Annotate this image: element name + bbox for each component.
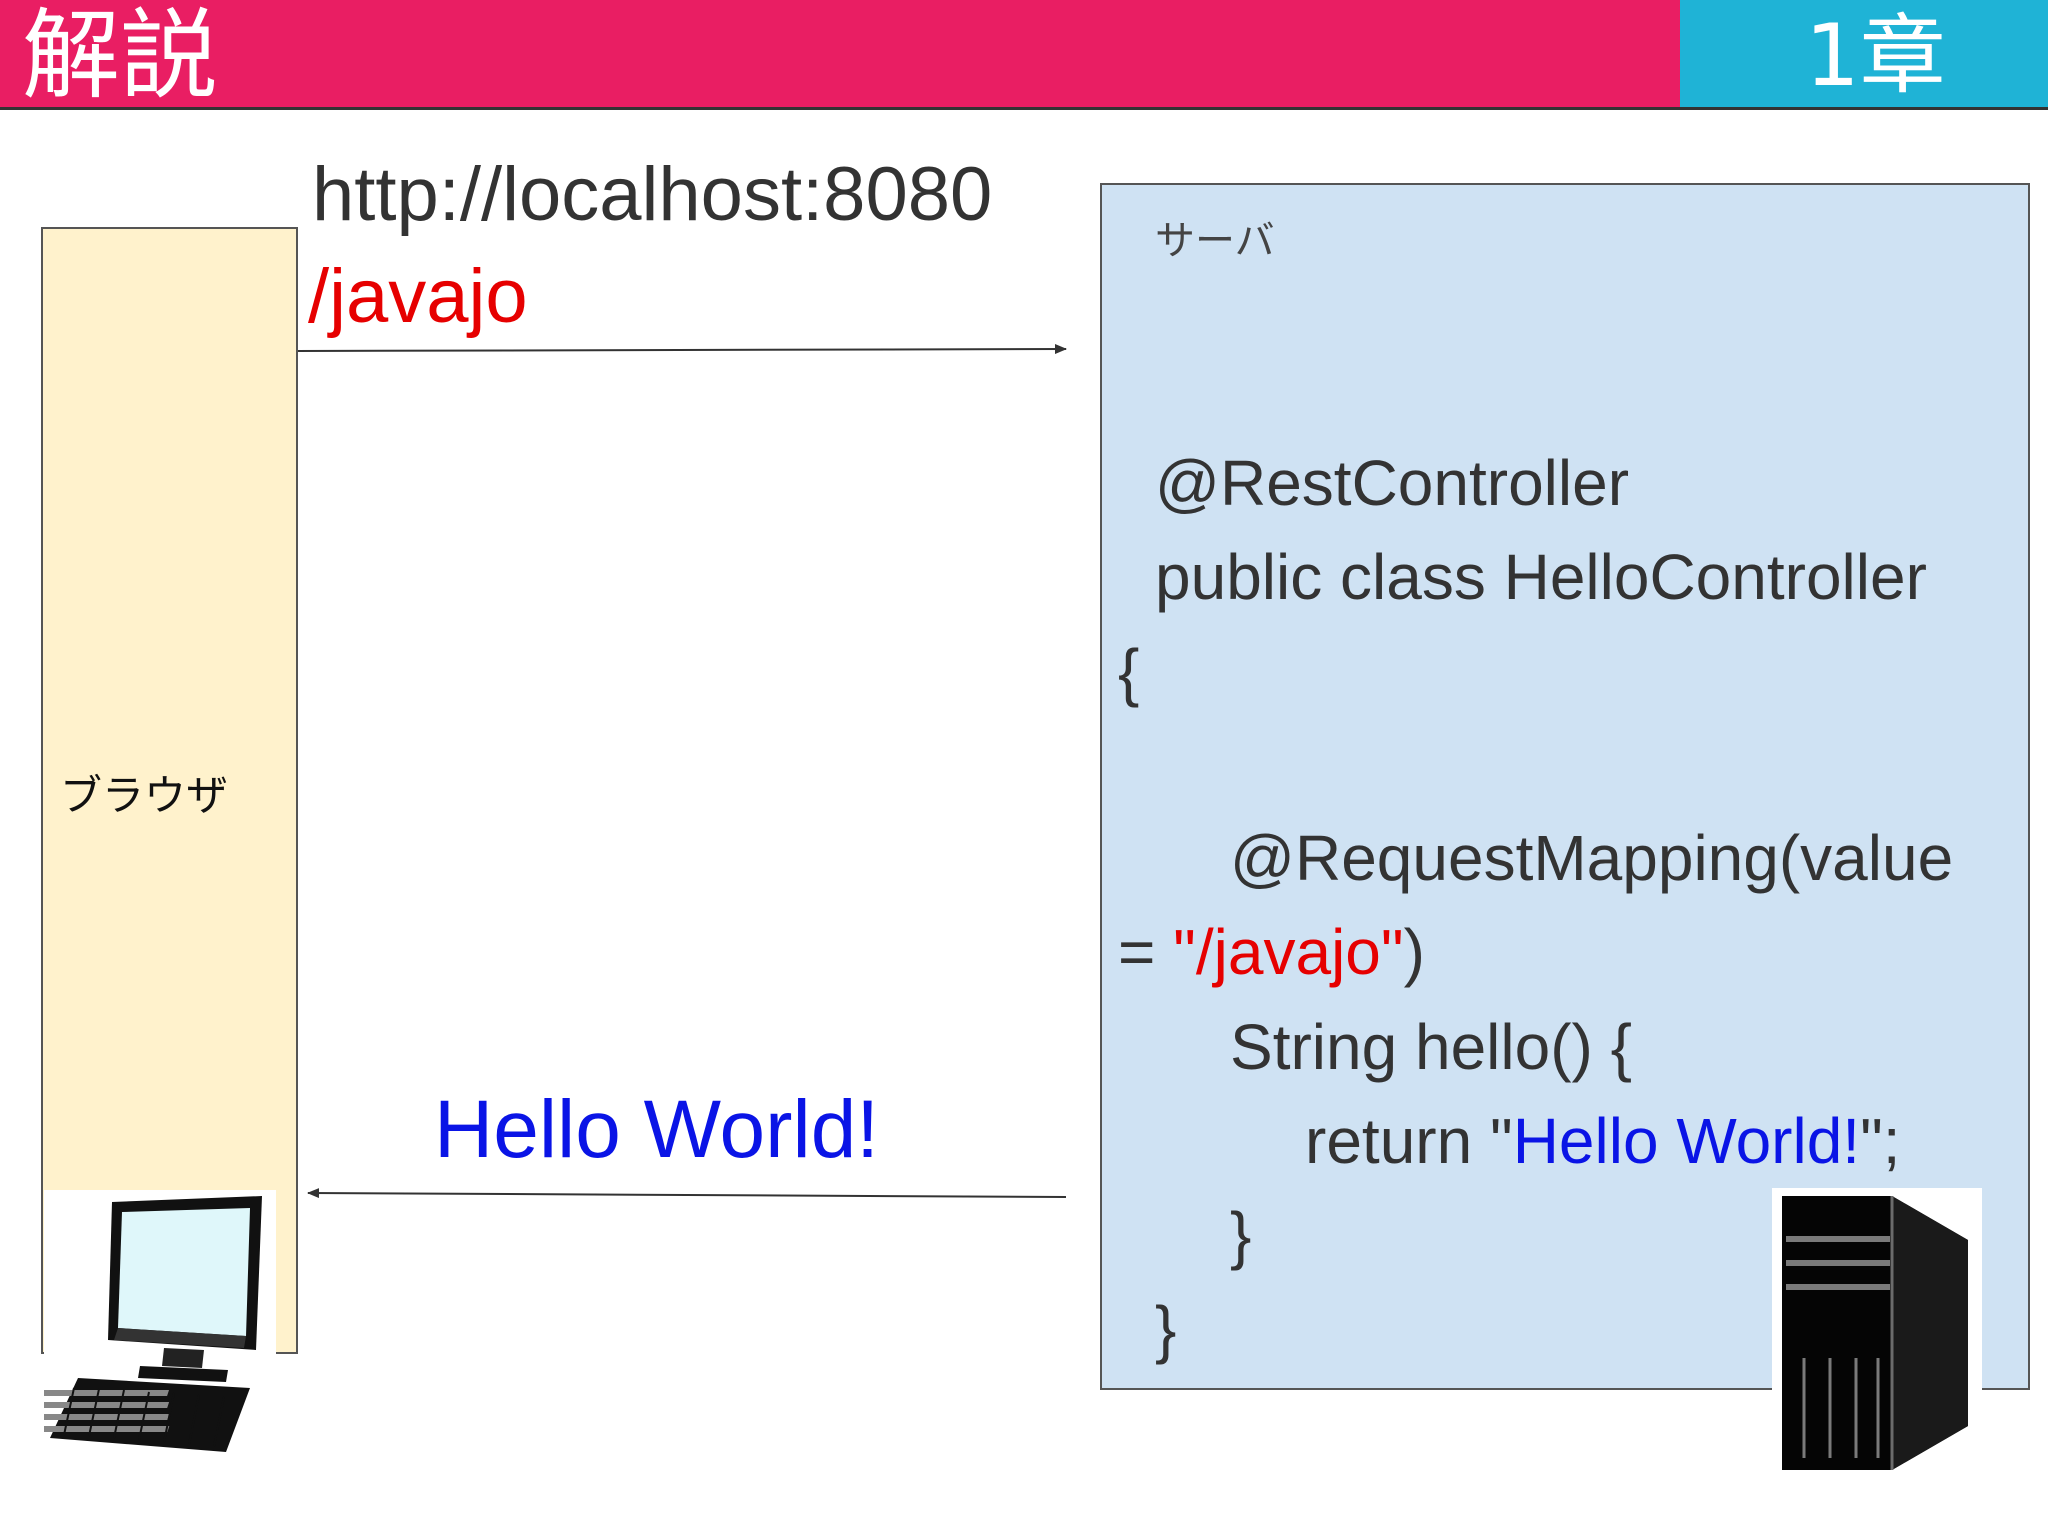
server-tower-icon: [1772, 1188, 1982, 1478]
request-arrow: [297, 344, 1067, 355]
response-arrow: [307, 1188, 1067, 1199]
desktop-computer-icon: [17, 1190, 276, 1462]
arrows-layer: [297, 344, 1067, 1199]
slide: 解説 1章 ブラウザ サーバ http://localhost:8080 /ja…: [0, 0, 2048, 1536]
